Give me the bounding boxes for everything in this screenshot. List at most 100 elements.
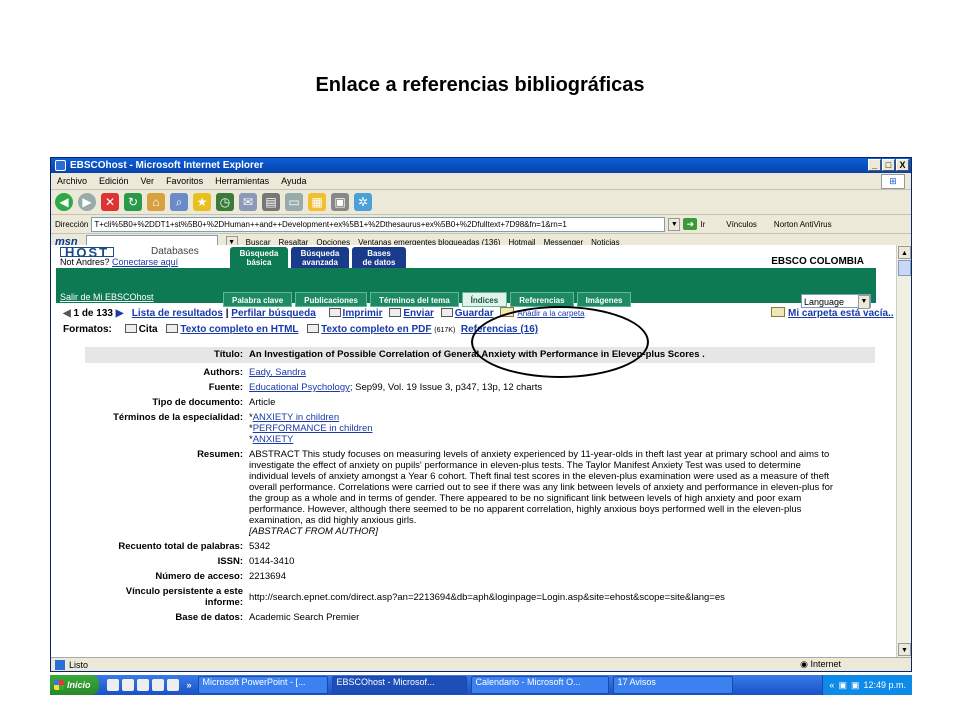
go-arrow-icon[interactable]: ➜ — [683, 218, 698, 230]
home-icon[interactable]: ⌂ — [147, 193, 165, 211]
subtab-references[interactable]: Referencias — [510, 292, 574, 307]
favorites-icon[interactable]: ★ — [193, 193, 211, 211]
minimize-button[interactable]: _ — [868, 159, 881, 171]
menu-archivo[interactable]: Archivo — [51, 176, 93, 186]
window-title: EBSCOhost - Microsoft Internet Explorer — [70, 160, 264, 171]
print-icon[interactable]: ▤ — [262, 193, 280, 211]
tray-icon[interactable]: ▣ — [838, 680, 847, 691]
task-powerpoint[interactable]: Microsoft PowerPoint - [... — [197, 676, 328, 694]
messenger-icon[interactable]: ✲ — [354, 193, 372, 211]
subtab-images[interactable]: Imágenes — [576, 292, 632, 307]
quick-launch-icon[interactable] — [166, 679, 179, 691]
search-icon[interactable]: ⌕ — [170, 193, 188, 211]
my-folder-link[interactable]: Mi carpeta está vacía.. — [788, 308, 894, 319]
subtab-indexes[interactable]: Índices — [461, 292, 508, 307]
html-fulltext-link[interactable]: Texto completo en HTML — [180, 324, 298, 335]
refine-search-link[interactable]: Perfilar búsqueda — [231, 308, 315, 319]
browser-window: EBSCOhost - Microsoft Internet Explorer … — [50, 157, 912, 672]
scroll-thumb[interactable] — [898, 260, 911, 276]
tray-icon[interactable]: ▣ — [851, 680, 860, 691]
save-link[interactable]: Guardar — [455, 308, 494, 319]
subtab-subject-terms[interactable]: Términos del tema — [369, 292, 459, 307]
norton-antivirus[interactable]: Norton AntiVirus — [774, 220, 832, 229]
author-link[interactable]: Eady, Sandra — [249, 367, 306, 378]
menu-ayuda[interactable]: Ayuda — [275, 176, 312, 186]
references-link[interactable]: Referencias (16) — [461, 324, 538, 335]
history-icon[interactable]: ◷ — [216, 193, 234, 211]
tab-advanced-search[interactable]: Búsqueda avanzada — [291, 247, 349, 268]
mail-icon[interactable]: ✉ — [239, 193, 257, 211]
menu-edicion[interactable]: Edición — [93, 176, 135, 186]
results-list-link[interactable]: Lista de resultados — [132, 308, 223, 319]
language-value: Language — [804, 297, 845, 307]
tab-databases[interactable]: Bases de datos — [352, 247, 406, 268]
scroll-down-icon[interactable]: ▼ — [898, 643, 911, 656]
scroll-up-icon[interactable]: ▲ — [898, 246, 911, 259]
address-dropdown-icon[interactable]: ▼ — [668, 217, 681, 231]
menu-ver[interactable]: Ver — [135, 176, 161, 186]
not-user-text: Not Andres? Conectarse aquí — [60, 257, 178, 267]
maximize-button[interactable]: □ — [882, 159, 895, 171]
address-input[interactable]: T+cli%5B0+%2DDT1+st%5B0+%2DHuman++and++D… — [91, 216, 666, 232]
chevron-icon[interactable]: » — [187, 680, 192, 690]
record-detail: Título: An Investigation of Possible Cor… — [85, 347, 875, 627]
stop-icon[interactable]: ✕ — [101, 193, 119, 211]
edit-icon[interactable]: ▭ — [285, 193, 303, 211]
tab-basic-search[interactable]: Búsqueda básica — [230, 247, 288, 268]
doctype-label: Tipo de documento: — [152, 397, 243, 408]
term-link[interactable]: ANXIETY in children — [253, 412, 339, 423]
taskbar: Inicio » Microsoft PowerPoint - [... EBS… — [50, 675, 912, 695]
subtab-keyword[interactable]: Palabra clave — [223, 292, 293, 307]
abstract-label: Resumen: — [197, 449, 243, 460]
tray-chevron-icon[interactable]: « — [829, 680, 834, 690]
term-link[interactable]: ANXIETY — [253, 434, 294, 445]
back-icon[interactable]: ◀ — [55, 193, 73, 211]
menu-herramientas[interactable]: Herramientas — [209, 176, 275, 186]
window-controls: _ □ X — [868, 159, 909, 171]
persistent-url[interactable]: http://search.epnet.com/direct.asp?an=22… — [249, 586, 875, 608]
menu-favoritos[interactable]: Favoritos — [160, 176, 209, 186]
window-titlebar: EBSCOhost - Microsoft Internet Explorer … — [51, 158, 911, 173]
quick-launch-icon[interactable] — [106, 679, 119, 691]
language-select[interactable]: Language ▼ — [801, 294, 871, 309]
forward-icon[interactable]: ▶ — [78, 193, 96, 211]
next-arrow-icon[interactable]: ▶ — [116, 308, 124, 319]
add-to-folder-link[interactable]: Añadir a la carpeta — [517, 309, 584, 318]
task-ebscohost[interactable]: EBSCOhost - Microsof... — [331, 676, 467, 694]
quick-launch-icon[interactable] — [151, 679, 164, 691]
quick-launch-icon[interactable] — [121, 679, 134, 691]
email-link[interactable]: Enviar — [403, 308, 434, 319]
ebsco-brand: EBSCO COLOMBIA — [771, 256, 864, 267]
close-button[interactable]: X — [896, 159, 909, 171]
quick-launch-icon[interactable] — [136, 679, 149, 691]
links-label[interactable]: Vínculos — [726, 220, 757, 229]
term-link[interactable]: PERFORMANCE in children — [253, 423, 373, 434]
login-link[interactable]: Conectarse aquí — [112, 257, 178, 267]
issn-value: 0144-3410 — [249, 556, 295, 567]
task-calendar[interactable]: Calendario - Microsoft O... — [470, 676, 609, 694]
journal-link[interactable]: Educational Psychology — [249, 382, 350, 393]
print-link[interactable]: Imprimir — [343, 308, 383, 319]
research-icon[interactable]: ▣ — [331, 193, 349, 211]
go-button[interactable]: Ir — [700, 220, 705, 229]
issn-row: ISSN: 0144-3410 — [85, 556, 875, 567]
citation-label: Cita — [138, 324, 158, 335]
subtabs: Palabra clave Publicaciones Términos del… — [223, 292, 632, 307]
subtab-publications[interactable]: Publicaciones — [295, 292, 367, 307]
record-navigation: ◀ 1 de 133 ▶ Lista de resultados | Perfi… — [63, 307, 894, 319]
status-text: Listo — [69, 659, 89, 670]
exit-link[interactable]: Salir de Mi EBSCOhost — [60, 292, 154, 302]
vertical-scrollbar[interactable]: ▲ ▼ — [896, 245, 911, 657]
prev-arrow-icon[interactable]: ◀ — [63, 308, 71, 319]
formats-row: Formatos: Cita Texto completo en HTML Te… — [63, 324, 538, 335]
source-label: Fuente: — [208, 382, 243, 393]
task-notices[interactable]: 17 Avisos — [612, 676, 733, 694]
ie-icon — [55, 160, 66, 171]
discuss-icon[interactable]: ▦ — [308, 193, 326, 211]
refresh-icon[interactable]: ↻ — [124, 193, 142, 211]
authors-label: Authors: — [203, 367, 243, 378]
pdf-fulltext-link[interactable]: Texto completo en PDF — [321, 324, 431, 335]
address-label: Dirección — [55, 219, 89, 229]
start-button[interactable]: Inicio — [50, 675, 99, 695]
printer-icon — [328, 308, 341, 317]
